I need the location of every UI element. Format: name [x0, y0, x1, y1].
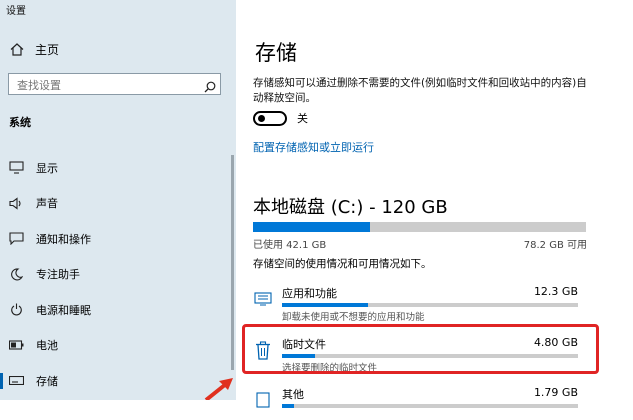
- home-nav[interactable]: 主页: [9, 41, 59, 58]
- category-name: 应用和功能: [282, 287, 337, 300]
- sidebar-item-notifications[interactable]: 通知和操作: [0, 221, 236, 257]
- category-usage-bar: [282, 303, 578, 307]
- main-content: 存储 存储感知可以通过删除不需要的文件(例如临时文件和回收站中的内容)自动释放空…: [236, 0, 633, 408]
- annotation-arrow-icon: [204, 378, 233, 400]
- moon-icon: [8, 267, 24, 281]
- storage-sense-toggle[interactable]: [253, 110, 287, 126]
- category-size: 12.3 GB: [533, 285, 578, 298]
- sidebar-nav: 显示 声音 通知和操作 专注助手 电源和睡眠 电池 存储: [0, 150, 236, 399]
- other-icon: [253, 390, 273, 410]
- sidebar: 设置 主页 系统 显示 声音 通知和操作: [0, 0, 236, 400]
- page-title: 存储: [255, 41, 297, 65]
- sidebar-item-display[interactable]: 显示: [0, 150, 236, 186]
- apps-icon: [253, 289, 273, 309]
- speaker-icon: [8, 196, 24, 210]
- sidebar-item-power[interactable]: 电源和睡眠: [0, 292, 236, 328]
- storage-sense-description: 存储感知可以通过删除不需要的文件(例如临时文件和回收站中的内容)自动释放空间。: [253, 77, 587, 104]
- search-box[interactable]: [8, 73, 221, 95]
- usage-description: 存储空间的使用情况和可用情况如下。: [253, 258, 432, 270]
- sidebar-item-focus[interactable]: 专注助手: [0, 257, 236, 293]
- category-size: 1.79 GB: [533, 386, 578, 399]
- disk-usage-bar: [253, 222, 586, 232]
- category-other[interactable]: 其他 1.79 GB: [253, 386, 586, 420]
- sidebar-item-battery[interactable]: 电池: [0, 328, 236, 364]
- sidebar-scrollbar[interactable]: [231, 155, 234, 370]
- power-icon: [8, 303, 24, 317]
- battery-icon: [8, 338, 24, 352]
- sidebar-item-label: 存储: [36, 374, 58, 388]
- display-icon: [8, 161, 24, 175]
- sidebar-item-label: 电池: [36, 339, 58, 353]
- notification-icon: [8, 232, 24, 246]
- highlight-box: [242, 324, 599, 374]
- storage-sense-toggle-row: 关: [253, 110, 308, 126]
- window-title: 设置: [6, 6, 26, 17]
- section-heading: 系统: [9, 116, 31, 129]
- disk-usage-fill: [253, 222, 370, 232]
- category-usage-fill: [282, 303, 368, 307]
- category-usage-fill: [282, 404, 294, 408]
- search-input[interactable]: [15, 76, 199, 94]
- home-label: 主页: [35, 43, 60, 57]
- configure-storage-sense-link[interactable]: 配置存储感知或立即运行: [253, 139, 374, 155]
- sidebar-item-label: 通知和操作: [36, 232, 91, 246]
- category-description: 卸载未使用或不想要的应用和功能: [282, 312, 425, 323]
- category-apps[interactable]: 应用和功能 12.3 GB 卸载未使用或不想要的应用和功能: [253, 285, 586, 323]
- sidebar-item-label: 显示: [36, 161, 58, 175]
- toggle-state-label: 关: [297, 112, 308, 125]
- category-usage-bar: [282, 404, 578, 408]
- sidebar-item-label: 声音: [36, 197, 58, 211]
- sidebar-item-sound[interactable]: 声音: [0, 186, 236, 222]
- sidebar-item-label: 电源和睡眠: [36, 303, 91, 317]
- disk-available-label: 78.2 GB 可用: [523, 240, 587, 251]
- search-icon[interactable]: [204, 78, 216, 93]
- storage-icon: [8, 374, 24, 388]
- sidebar-item-label: 专注助手: [36, 268, 80, 282]
- disk-used-label: 已使用 42.1 GB: [253, 240, 327, 251]
- disk-title: 本地磁盘 (C:) - 120 GB: [253, 197, 448, 218]
- toggle-knob: [258, 114, 265, 122]
- home-icon: [9, 43, 25, 57]
